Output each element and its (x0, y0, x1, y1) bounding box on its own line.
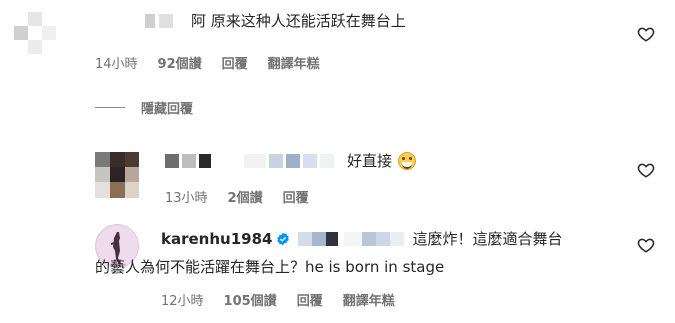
avatar-pixel (42, 26, 56, 40)
avatar-pixel (95, 152, 110, 167)
like-count[interactable]: 2個讃 (228, 187, 263, 206)
redacted-text (303, 154, 317, 168)
comment-header: 好直接 (165, 150, 417, 172)
redacted-username (165, 154, 179, 168)
avatar-pixel (125, 167, 139, 182)
redacted-text (390, 232, 405, 246)
like-count[interactable]: 105個讃 (224, 290, 277, 309)
redacted-username (199, 154, 211, 168)
comment-time[interactable]: 12小時 (161, 290, 204, 309)
comment-username[interactable]: karenhu1984 (161, 230, 272, 248)
avatar-pixel (110, 182, 125, 198)
translate-button[interactable]: 翻譯年糕 (268, 53, 320, 72)
hide-replies-toggle[interactable]: 隱藏回覆 (95, 98, 193, 117)
avatar-pixel (28, 40, 42, 54)
comment-item: 阿 原来这种人还能活跃在舞台上 14小時 92個讃 回覆 翻譯年糕 (0, 0, 675, 80)
redacted-text (326, 232, 339, 246)
hide-replies-label: 隱藏回覆 (141, 102, 194, 117)
avatar[interactable] (95, 152, 139, 198)
verified-badge-icon (277, 232, 290, 246)
redacted-text (244, 154, 266, 168)
comment-meta: 14小時 92個讃 回覆 翻譯年糕 (95, 53, 320, 72)
avatar-pixel (125, 182, 139, 198)
redacted-username (145, 14, 155, 28)
avatar-pixel (95, 167, 110, 182)
reply-button[interactable]: 回覆 (283, 187, 309, 206)
redacted-text (320, 154, 334, 168)
avatar-pixel (28, 12, 42, 26)
translate-button[interactable]: 翻譯年糕 (343, 290, 395, 309)
avatar-pixel (110, 167, 125, 182)
reply-button[interactable]: 回覆 (222, 53, 248, 72)
comment-meta: 13小時 2個讃 回覆 (165, 187, 309, 206)
avatar-pixel (14, 26, 28, 40)
heart-icon[interactable] (637, 161, 655, 179)
avatar-pixel (125, 152, 139, 167)
comment-meta: 12小時 105個讃 回覆 翻譯年糕 (161, 290, 395, 309)
heart-icon[interactable] (637, 25, 655, 43)
comment-header: 阿 原来这种人还能活跃在舞台上 (145, 10, 406, 32)
redacted-text (344, 232, 363, 246)
redacted-text (312, 232, 327, 246)
heart-icon[interactable] (637, 236, 655, 254)
redacted-text (362, 232, 377, 246)
comment-time[interactable]: 14小時 (95, 53, 138, 72)
redacted-text (298, 232, 313, 246)
like-count[interactable]: 92個讃 (158, 53, 202, 72)
reply-button[interactable]: 回覆 (297, 290, 323, 309)
redacted-username (159, 14, 173, 28)
redacted-text (376, 232, 391, 246)
comment-text-line2: 的藝人為何不能活躍在舞台上？he is born in stage (95, 258, 445, 276)
comment-item: karenhu1984 這麼炸！這麼適合舞台 的藝人為何不能活躍在舞台上？he … (0, 218, 675, 323)
comment-header: karenhu1984 這麼炸！這麼適合舞台 (161, 228, 562, 250)
avatar-pixel (110, 152, 125, 167)
avatar[interactable] (14, 12, 56, 54)
redacted-username (182, 154, 196, 168)
comment-text: 阿 原来这种人还能活跃在舞台上 (191, 12, 406, 30)
comment-time[interactable]: 13小時 (165, 187, 208, 206)
redacted-text (286, 154, 300, 168)
divider-line (95, 107, 125, 108)
grinning-emoji-icon (398, 152, 417, 170)
comment-text: 好直接 (347, 152, 393, 170)
comment-text-line1: 這麼炸！這麼適合舞台 (412, 230, 563, 248)
avatar-pixel (95, 182, 110, 198)
redacted-text (269, 154, 283, 168)
comment-item: 好直接 13小時 2個讃 回覆 (0, 140, 675, 210)
